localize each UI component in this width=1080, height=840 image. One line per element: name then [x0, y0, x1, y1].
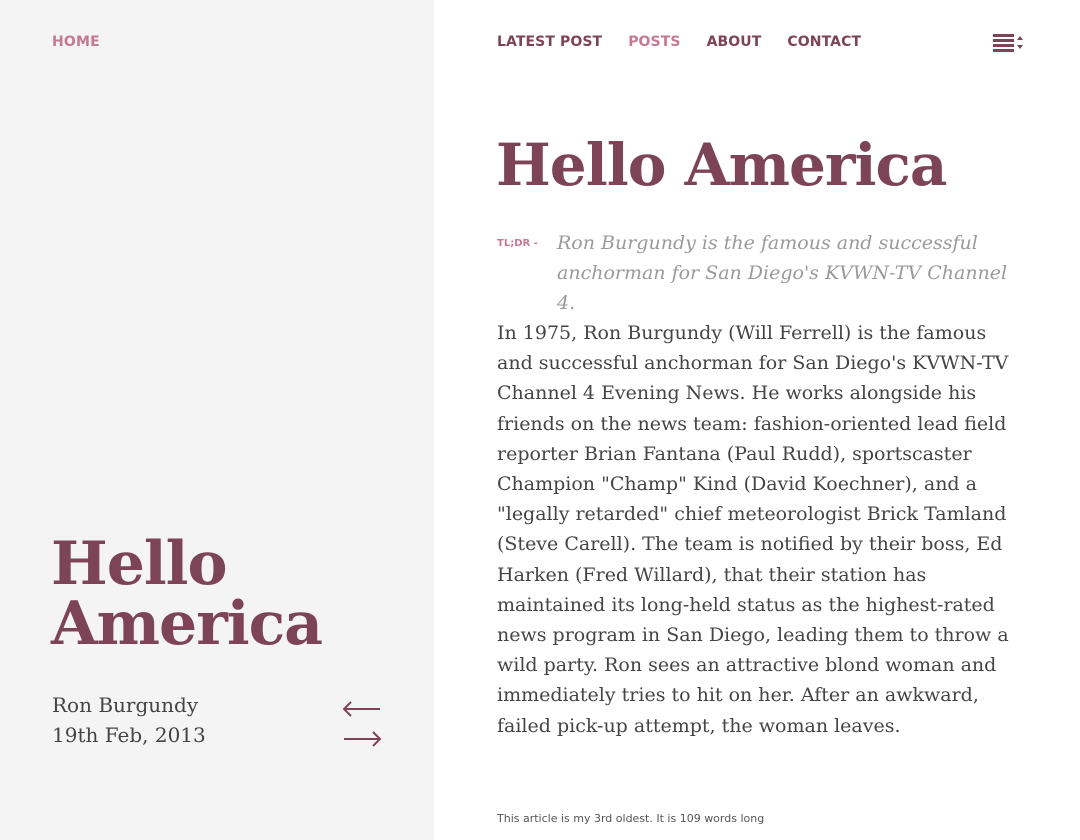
tldr-summary: Ron Burgundy is the famous and successfu… [557, 232, 1008, 314]
article-body: In 1975, Ron Burgundy (Will Ferrell) is … [497, 322, 1009, 737]
nav-latest-post[interactable]: LATEST POST [497, 34, 602, 50]
top-nav: LATEST POST POSTS ABOUT CONTACT [497, 34, 887, 50]
arrow-right-icon[interactable] [340, 728, 384, 750]
article-title: Hello America [496, 131, 947, 199]
tldr-label: TL;DR - [497, 238, 538, 249]
nav-contact[interactable]: CONTACT [787, 34, 861, 50]
page: HOME Hello America Ron Burgundy 19th Feb… [0, 0, 1080, 840]
arrow-left-icon[interactable] [340, 698, 384, 720]
post-author: Ron Burgundy [52, 693, 199, 717]
sidebar-post-title: Hello America [51, 529, 323, 659]
nav-about[interactable]: ABOUT [707, 34, 762, 50]
home-link[interactable]: HOME [52, 34, 100, 50]
sidebar: HOME Hello America Ron Burgundy 19th Feb… [0, 0, 434, 840]
post-date: 19th Feb, 2013 [52, 723, 206, 747]
nav-posts[interactable]: POSTS [628, 34, 680, 50]
list-menu-icon[interactable] [992, 33, 1026, 53]
article-footnote: This article is my 3rd oldest. It is 109… [497, 812, 765, 825]
post-meta: Ron Burgundy 19th Feb, 2013 [52, 690, 206, 750]
